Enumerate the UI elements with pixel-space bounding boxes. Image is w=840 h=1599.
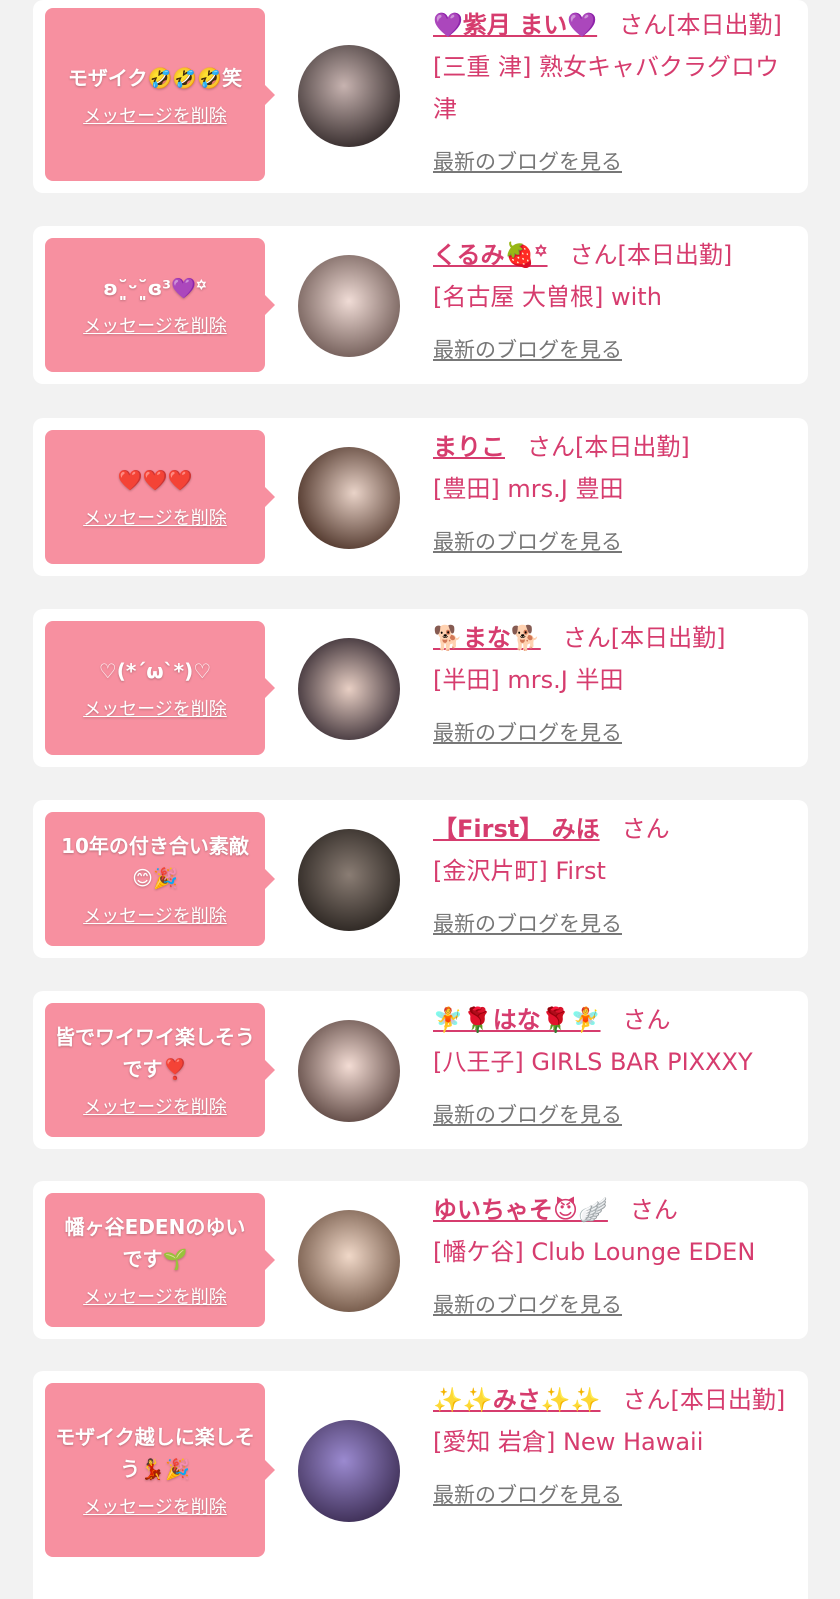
message-bubble: 皆でワイワイ楽しそうです❣️ メッセージを削除 — [45, 1003, 275, 1137]
cast-info: ✨✨みさ✨✨ さん[本日出勤] [愛知 岩倉] New Hawaii 最新のブログ… — [433, 1379, 793, 1513]
cast-suffix: さん — [629, 1196, 678, 1224]
delete-message-link[interactable]: メッセージを削除 — [83, 1093, 227, 1119]
delete-message-link[interactable]: メッセージを削除 — [83, 102, 227, 128]
shop-label: [三重 津] 熟女キャバクラグロウ津 — [433, 53, 779, 123]
cast-suffix: さん[本日出勤] — [619, 11, 782, 39]
cast-suffix: さん[本日出勤] — [562, 624, 726, 652]
avatar[interactable] — [298, 638, 400, 740]
message-text: モザイク越しに楽しそう💃🎉 — [55, 1425, 255, 1481]
cast-info: ゆいちゃそ😈🪽 さん [幡ケ谷] Club Lounge EDEN 最新のブログを… — [433, 1189, 793, 1323]
message-card: ʚ˘͈ᵕ˘͈ɞ³💜꙳ メッセージを削除 くるみ🍓꙳ さん[本日出勤] [名古屋 大… — [33, 226, 808, 384]
message-card: ❤️❤️❤️ メッセージを削除 まりこ さん[本日出勤] [豊田] mrs.J 豊… — [33, 418, 808, 576]
message-text: 幡ヶ谷EDENのゆいです🌱 — [64, 1215, 246, 1271]
cast-name-link[interactable]: ゆいちゃそ😈🪽 — [433, 1196, 608, 1224]
avatar[interactable] — [298, 829, 400, 931]
latest-blog-link[interactable]: 最新のブログを見る — [433, 144, 622, 180]
cast-name-link[interactable]: 💜紫月 まい💜 — [433, 11, 597, 39]
message-bubble: 10年の付き合い素敵😊🎉 メッセージを削除 — [45, 812, 275, 946]
cast-name-link[interactable]: 【First】 みほ — [433, 815, 600, 843]
message-text: ♡(*´ω`*)♡ — [98, 659, 212, 683]
delete-message-link[interactable]: メッセージを削除 — [83, 504, 227, 530]
latest-blog-link[interactable]: 最新のブログを見る — [433, 1097, 622, 1133]
message-bubble: ❤️❤️❤️ メッセージを削除 — [45, 430, 275, 564]
message-bubble: モザイク🤣🤣🤣笑 メッセージを削除 — [45, 8, 275, 181]
message-bubble: ʚ˘͈ᵕ˘͈ɞ³💜꙳ メッセージを削除 — [45, 238, 275, 372]
avatar[interactable] — [298, 255, 400, 357]
delete-message-link[interactable]: メッセージを削除 — [83, 902, 227, 928]
shop-label: [幡ケ谷] Club Lounge EDEN — [433, 1238, 756, 1266]
avatar[interactable] — [298, 45, 400, 147]
cast-suffix: さん[本日出勤] — [569, 241, 733, 269]
shop-label: [八王子] GIRLS BAR PIXXXY — [433, 1048, 753, 1076]
message-text: 皆でワイワイ楽しそうです❣️ — [55, 1025, 255, 1081]
message-bubble: モザイク越しに楽しそう💃🎉 メッセージを削除 — [45, 1383, 275, 1557]
cast-info: 【First】 みほ さん [金沢片町] First 最新のブログを見る — [433, 808, 793, 942]
shop-label: [豊田] mrs.J 豊田 — [433, 475, 624, 503]
message-bubble: ♡(*´ω`*)♡ メッセージを削除 — [45, 621, 275, 755]
latest-blog-link[interactable]: 最新のブログを見る — [433, 332, 622, 368]
cast-name-link[interactable]: まりこ — [433, 433, 505, 461]
message-card: 幡ヶ谷EDENのゆいです🌱 メッセージを削除 ゆいちゃそ😈🪽 さん [幡ケ谷] C… — [33, 1181, 808, 1339]
cast-info: 🧚🌹はな🌹🧚 さん [八王子] GIRLS BAR PIXXXY 最新のブログを見… — [433, 999, 793, 1133]
cast-info: くるみ🍓꙳ さん[本日出勤] [名古屋 大曽根] with 最新のブログを見る — [433, 234, 793, 368]
cast-info: まりこ さん[本日出勤] [豊田] mrs.J 豊田 最新のブログを見る — [433, 426, 793, 560]
avatar[interactable] — [298, 1020, 400, 1122]
avatar[interactable] — [298, 447, 400, 549]
delete-message-link[interactable]: メッセージを削除 — [83, 695, 227, 721]
cast-suffix: さん[本日出勤] — [527, 433, 690, 461]
message-text: ❤️❤️❤️ — [117, 468, 193, 492]
latest-blog-link[interactable]: 最新のブログを見る — [433, 1477, 622, 1513]
message-card: モザイク越しに楽しそう💃🎉 メッセージを削除 ✨✨みさ✨✨ さん[本日出勤] [愛… — [33, 1371, 808, 1599]
delete-message-link[interactable]: メッセージを削除 — [83, 1283, 227, 1309]
cast-suffix: さん — [621, 815, 670, 843]
cast-info: 🐕まな🐕 さん[本日出勤] [半田] mrs.J 半田 最新のブログを見る — [433, 617, 793, 751]
delete-message-link[interactable]: メッセージを削除 — [83, 312, 227, 338]
message-text: モザイク🤣🤣🤣笑 — [67, 65, 243, 90]
latest-blog-link[interactable]: 最新のブログを見る — [433, 715, 622, 751]
message-card: 皆でワイワイ楽しそうです❣️ メッセージを削除 🧚🌹はな🌹🧚 さん [八王子] G… — [33, 991, 808, 1149]
delete-message-link[interactable]: メッセージを削除 — [83, 1493, 227, 1519]
cast-suffix: さん — [622, 1006, 671, 1034]
shop-label: [名古屋 大曽根] with — [433, 283, 662, 311]
latest-blog-link[interactable]: 最新のブログを見る — [433, 906, 622, 942]
latest-blog-link[interactable]: 最新のブログを見る — [433, 524, 622, 560]
message-bubble: 幡ヶ谷EDENのゆいです🌱 メッセージを削除 — [45, 1193, 275, 1327]
cast-suffix: さん[本日出勤] — [622, 1386, 786, 1414]
shop-label: [金沢片町] First — [433, 857, 606, 885]
cast-name-link[interactable]: ✨✨みさ✨✨ — [433, 1386, 601, 1414]
message-text: 10年の付き合い素敵😊🎉 — [61, 834, 249, 890]
shop-label: [半田] mrs.J 半田 — [433, 666, 624, 694]
latest-blog-link[interactable]: 最新のブログを見る — [433, 1287, 622, 1323]
avatar[interactable] — [298, 1210, 400, 1312]
cast-name-link[interactable]: くるみ🍓꙳ — [433, 241, 548, 269]
message-text: ʚ˘͈ᵕ˘͈ɞ³💜꙳ — [103, 276, 207, 300]
shop-label: [愛知 岩倉] New Hawaii — [433, 1428, 704, 1456]
cast-info: 💜紫月 まい💜 さん[本日出勤] [三重 津] 熟女キャバクラグロウ津 最新のブロ… — [433, 4, 793, 180]
avatar[interactable] — [298, 1420, 400, 1522]
message-card: モザイク🤣🤣🤣笑 メッセージを削除 💜紫月 まい💜 さん[本日出勤] [三重 津]… — [33, 0, 808, 193]
cast-name-link[interactable]: 🧚🌹はな🌹🧚 — [433, 1006, 601, 1034]
message-card: 10年の付き合い素敵😊🎉 メッセージを削除 【First】 みほ さん [金沢片町… — [33, 800, 808, 958]
message-card: ♡(*´ω`*)♡ メッセージを削除 🐕まな🐕 さん[本日出勤] [半田] mrs… — [33, 609, 808, 767]
cast-name-link[interactable]: 🐕まな🐕 — [433, 624, 541, 652]
